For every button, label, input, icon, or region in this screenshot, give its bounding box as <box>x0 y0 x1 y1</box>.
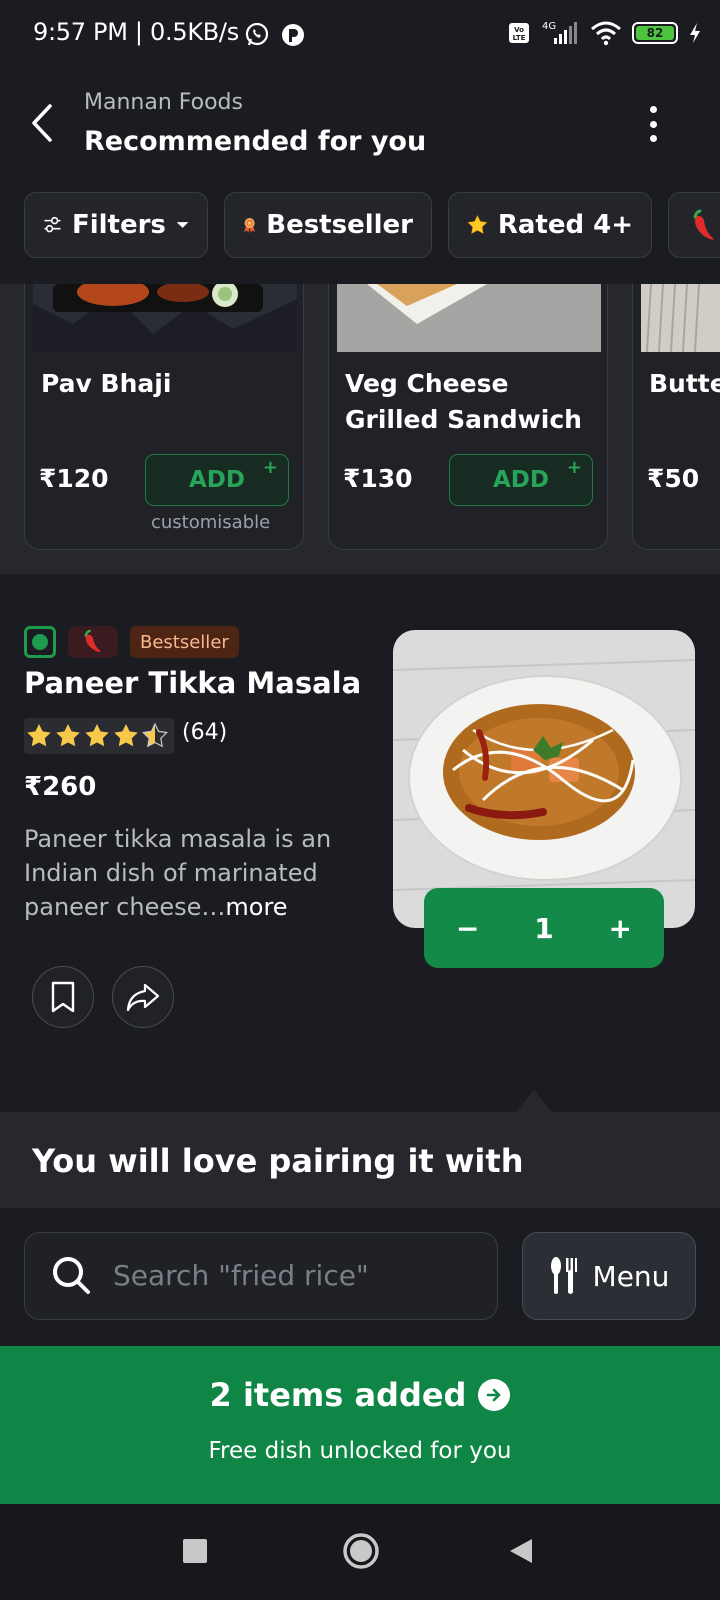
search-icon <box>53 1257 90 1294</box>
arrow-right-icon <box>478 1379 511 1411</box>
butter-item-image <box>641 284 720 352</box>
menu-button[interactable]: Menu <box>522 1232 696 1320</box>
pairing-title: You will love pairing it with <box>32 1142 524 1180</box>
cart-subtitle: Free dish unlocked for you <box>208 1438 512 1464</box>
spicy-chip[interactable] <box>668 192 720 258</box>
signal-icon: 4G <box>542 21 577 44</box>
recommended-name: Butte <box>649 369 720 398</box>
recommended-name: Veg Cheese Grilled Sandwich <box>345 369 582 434</box>
veg-icon <box>24 626 56 658</box>
page-title: Recommended for you <box>84 126 427 157</box>
cutlery-icon <box>550 1257 577 1294</box>
wifi-icon <box>591 21 621 46</box>
recommended-price: ₹120 <box>39 464 109 493</box>
filters-label: Filters <box>71 210 166 240</box>
battery-level: 82 <box>636 26 674 40</box>
add-label: ADD <box>189 467 245 493</box>
quantity-stepper: − 1 + <box>424 888 664 968</box>
menu-label: Menu <box>592 1259 670 1293</box>
dish-item: Bestseller Paneer Tikka Masala (64) ₹260… <box>0 574 720 1114</box>
charging-icon <box>690 23 700 43</box>
search-input[interactable]: Search "fried rice" <box>24 1232 498 1320</box>
back-button[interactable] <box>22 98 62 148</box>
rating-stars <box>24 718 174 754</box>
back-triangle-icon[interactable] <box>508 1537 534 1565</box>
dish-price: ₹260 <box>24 772 97 802</box>
filter-chips: Filters Bestseller Rated 4+ <box>0 192 720 284</box>
cart-bar[interactable]: 2 items added Free dish unlocked for you <box>0 1346 720 1504</box>
dish-name: Paneer Tikka Masala <box>24 666 362 700</box>
bestseller-label: Bestseller <box>266 210 413 240</box>
battery-icon: 82 <box>632 22 678 44</box>
dot-icon <box>649 106 657 113</box>
recommended-name: Pav Bhaji <box>41 369 172 398</box>
pairing-section: You will love pairing it with <box>0 1090 720 1208</box>
add-label: ADD <box>493 467 549 493</box>
add-button[interactable]: ADD + <box>449 454 593 506</box>
add-button[interactable]: ADD + <box>145 454 289 506</box>
status-icons: Vo LTE 4G 82 <box>508 20 702 46</box>
pairing-notch <box>516 1090 552 1112</box>
status-time-speed: 9:57 PM | 0.5KB/s <box>33 18 239 46</box>
bestseller-chip[interactable]: Bestseller <box>224 192 432 258</box>
recents-icon[interactable] <box>182 1538 208 1564</box>
rated-label: Rated 4+ <box>497 210 633 240</box>
pav-bhaji-image <box>33 284 297 352</box>
app-notification-icon <box>282 24 304 46</box>
filters-chip[interactable]: Filters <box>24 192 208 258</box>
bookmark-button[interactable] <box>32 966 94 1028</box>
dot-icon <box>649 120 657 128</box>
back-arrow-icon <box>32 104 52 142</box>
recommended-price: ₹50 <box>647 464 700 493</box>
recommended-card[interactable]: Butte ₹50 <box>632 284 720 550</box>
spicy-tag <box>68 626 118 658</box>
plus-icon: + <box>566 457 582 478</box>
header: Mannan Foods Recommended for you <box>0 70 720 190</box>
restaurant-name[interactable]: Mannan Foods <box>84 90 243 115</box>
rating-count[interactable]: (64) <box>182 720 227 745</box>
search-area: Search "fried rice" Menu <box>0 1208 720 1346</box>
chevron-down-icon <box>176 222 189 228</box>
dish-description: Paneer tikka masala is an Indian dish of… <box>24 822 364 924</box>
paneer-tikka-masala-image <box>393 630 695 928</box>
cart-title: 2 items added <box>0 1376 720 1414</box>
plus-icon: + <box>262 457 278 478</box>
bookmark-icon <box>51 981 75 1013</box>
award-icon <box>244 217 256 233</box>
star-icon <box>467 215 488 234</box>
sandwich-image <box>337 284 601 352</box>
chili-icon <box>693 209 714 240</box>
more-link[interactable]: more <box>225 893 287 921</box>
sliders-icon <box>44 216 61 233</box>
star-rating-icon <box>27 722 168 748</box>
recommended-card[interactable]: Pav Bhaji ₹120 ADD + customisable <box>24 284 304 550</box>
cart-count-text: 2 items added <box>209 1376 467 1414</box>
volte-icon: Vo LTE <box>509 23 529 43</box>
share-button[interactable] <box>112 966 174 1028</box>
bestseller-badge: Bestseller <box>130 626 239 658</box>
status-bar: 9:57 PM | 0.5KB/s Vo LTE 4G 82 <box>0 0 720 70</box>
recommended-price: ₹130 <box>343 464 413 493</box>
customisable-note: customisable <box>151 512 271 533</box>
recommended-card[interactable]: Veg Cheese Grilled Sandwich ₹130 ADD + <box>328 284 608 550</box>
system-nav-bar <box>0 1504 720 1600</box>
more-options-button[interactable] <box>638 102 668 146</box>
rated-chip[interactable]: Rated 4+ <box>448 192 652 258</box>
chili-icon <box>84 630 101 653</box>
whatsapp-icon <box>245 22 269 46</box>
home-icon[interactable] <box>342 1532 380 1570</box>
decrease-button[interactable]: − <box>456 912 479 945</box>
quantity-value: 1 <box>534 911 554 945</box>
share-icon <box>126 983 160 1012</box>
increase-button[interactable]: + <box>609 912 632 945</box>
svg-text:LTE: LTE <box>513 34 526 42</box>
svg-text:Vo: Vo <box>514 26 524 34</box>
recommended-carousel: Pav Bhaji ₹120 ADD + customisable Veg Ch… <box>0 284 720 574</box>
network-label: 4G <box>542 21 556 32</box>
dot-icon <box>649 135 657 142</box>
search-placeholder: Search "fried rice" <box>113 1259 369 1292</box>
